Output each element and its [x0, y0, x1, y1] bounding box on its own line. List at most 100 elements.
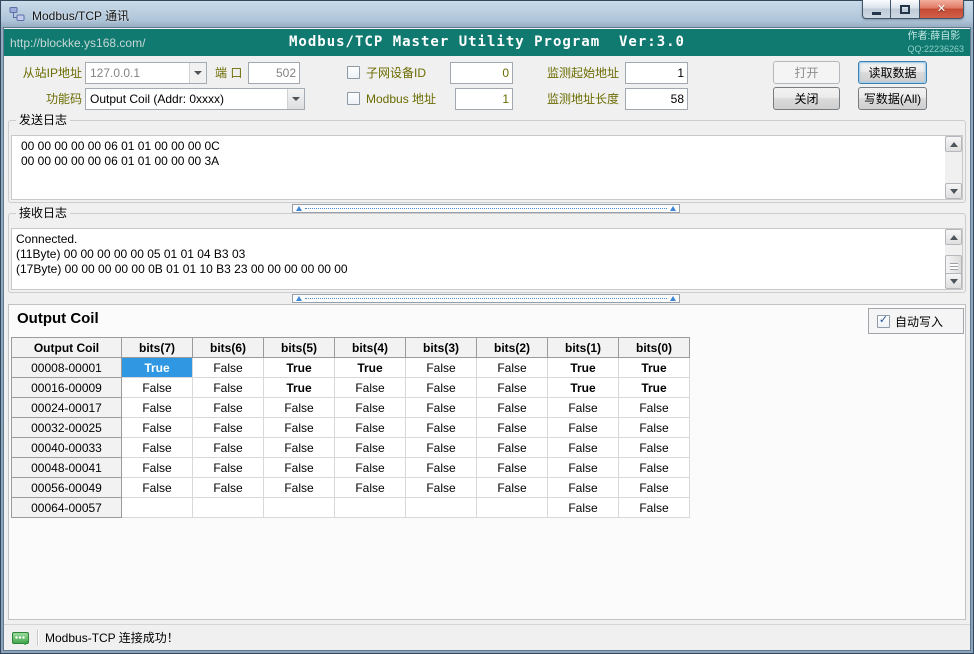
- coil-cell[interactable]: False: [122, 478, 193, 498]
- coil-cell[interactable]: False: [122, 418, 193, 438]
- send-log-scrollbar[interactable]: [945, 136, 962, 199]
- recv-log-list[interactable]: Connected. (11Byte) 00 00 00 00 00 05 01…: [11, 228, 963, 290]
- scroll-up-button[interactable]: [945, 229, 962, 245]
- row-label[interactable]: 00024-00017: [12, 398, 122, 418]
- coil-cell[interactable]: False: [122, 378, 193, 398]
- column-header[interactable]: Output Coil: [12, 338, 122, 358]
- column-header[interactable]: bits(0): [619, 338, 690, 358]
- coil-cell[interactable]: False: [477, 478, 548, 498]
- coil-cell[interactable]: [264, 498, 335, 518]
- coil-cell[interactable]: True: [619, 378, 690, 398]
- coil-cell[interactable]: False: [619, 498, 690, 518]
- port-input[interactable]: [248, 62, 300, 84]
- coil-cell[interactable]: True: [335, 358, 406, 378]
- coil-cell[interactable]: False: [193, 438, 264, 458]
- coil-cell[interactable]: [122, 498, 193, 518]
- row-label[interactable]: 00056-00049: [12, 478, 122, 498]
- coil-cell[interactable]: False: [477, 418, 548, 438]
- coil-cell[interactable]: False: [264, 418, 335, 438]
- ip-combobox[interactable]: 127.0.0.1: [85, 62, 207, 84]
- send-log-hscrollbar[interactable]: [292, 204, 680, 213]
- scroll-down-button[interactable]: [945, 183, 962, 199]
- column-header[interactable]: bits(2): [477, 338, 548, 358]
- write-data-button[interactable]: 写数据(All): [858, 87, 927, 110]
- coil-cell[interactable]: False: [193, 398, 264, 418]
- minimize-button[interactable]: [862, 0, 891, 19]
- coil-cell[interactable]: False: [477, 398, 548, 418]
- send-log-list[interactable]: 00 00 00 00 00 06 01 01 00 00 00 0C 00 0…: [11, 135, 963, 200]
- coil-cell[interactable]: False: [477, 378, 548, 398]
- coil-cell[interactable]: False: [548, 438, 619, 458]
- recv-log-hscrollbar[interactable]: [292, 294, 680, 303]
- slider-right-thumb-icon[interactable]: [670, 206, 676, 211]
- coil-cell[interactable]: True: [264, 378, 335, 398]
- auto-write-checkbox[interactable]: ✓: [877, 315, 890, 328]
- coil-cell[interactable]: False: [548, 478, 619, 498]
- column-header[interactable]: bits(7): [122, 338, 193, 358]
- coil-cell[interactable]: False: [406, 358, 477, 378]
- column-header[interactable]: bits(6): [193, 338, 264, 358]
- coil-cell[interactable]: False: [122, 458, 193, 478]
- coil-cell[interactable]: False: [548, 498, 619, 518]
- coil-cell[interactable]: False: [477, 458, 548, 478]
- scroll-up-button[interactable]: [945, 136, 962, 152]
- coil-cell[interactable]: [335, 498, 406, 518]
- subnet-checkbox[interactable]: [347, 66, 360, 79]
- scroll-down-button[interactable]: [945, 273, 962, 289]
- column-header[interactable]: bits(5): [264, 338, 335, 358]
- row-label[interactable]: 00048-00041: [12, 458, 122, 478]
- slider-right-thumb-icon[interactable]: [670, 296, 676, 301]
- coil-cell[interactable]: False: [619, 398, 690, 418]
- coil-cell[interactable]: False: [548, 418, 619, 438]
- coil-cell[interactable]: False: [335, 478, 406, 498]
- column-header[interactable]: bits(4): [335, 338, 406, 358]
- row-label[interactable]: 00016-00009: [12, 378, 122, 398]
- address-length-input[interactable]: [625, 88, 688, 110]
- titlebar[interactable]: Modbus/TCP 通讯 ✕: [0, 0, 974, 28]
- coil-cell[interactable]: False: [193, 358, 264, 378]
- app-icon[interactable]: [9, 6, 25, 22]
- modbus-addr-checkbox[interactable]: [347, 92, 360, 105]
- close-button[interactable]: ✕: [919, 0, 964, 19]
- coil-cell[interactable]: False: [335, 438, 406, 458]
- coil-cell[interactable]: True: [264, 358, 335, 378]
- coil-cell[interactable]: False: [619, 478, 690, 498]
- coil-cell[interactable]: False: [619, 418, 690, 438]
- coil-cell[interactable]: False: [406, 398, 477, 418]
- auto-write-box[interactable]: ✓ 自动写入: [868, 308, 964, 334]
- coil-cell[interactable]: False: [406, 478, 477, 498]
- row-label[interactable]: 00040-00033: [12, 438, 122, 458]
- slider-left-thumb-icon[interactable]: [296, 206, 302, 211]
- coil-cell[interactable]: [477, 498, 548, 518]
- column-header[interactable]: bits(1): [548, 338, 619, 358]
- coil-cell[interactable]: False: [264, 438, 335, 458]
- coil-cell[interactable]: False: [335, 378, 406, 398]
- row-label[interactable]: 00032-00025: [12, 418, 122, 438]
- coil-cell[interactable]: [193, 498, 264, 518]
- coil-cell[interactable]: False: [335, 418, 406, 438]
- coil-cell[interactable]: False: [335, 398, 406, 418]
- coil-cell[interactable]: False: [193, 378, 264, 398]
- function-combobox[interactable]: Output Coil (Addr: 0xxxx): [85, 88, 305, 110]
- coil-cell[interactable]: False: [406, 418, 477, 438]
- coil-cell[interactable]: False: [264, 458, 335, 478]
- coil-cell[interactable]: False: [477, 358, 548, 378]
- coil-cell[interactable]: False: [406, 438, 477, 458]
- coil-cell[interactable]: False: [548, 398, 619, 418]
- coil-cell[interactable]: False: [335, 458, 406, 478]
- coil-cell[interactable]: False: [264, 398, 335, 418]
- column-header[interactable]: bits(3): [406, 338, 477, 358]
- slider-left-thumb-icon[interactable]: [296, 296, 302, 301]
- coil-cell[interactable]: True: [122, 358, 193, 378]
- recv-log-scrollbar[interactable]: [945, 229, 962, 289]
- coil-cell[interactable]: True: [619, 358, 690, 378]
- coil-cell[interactable]: False: [122, 438, 193, 458]
- row-label[interactable]: 00064-00057: [12, 498, 122, 518]
- close-conn-button[interactable]: 关闭: [773, 87, 840, 110]
- coil-cell[interactable]: False: [406, 458, 477, 478]
- read-data-button[interactable]: 读取数据: [858, 61, 927, 84]
- coil-cell[interactable]: False: [477, 438, 548, 458]
- coil-cell[interactable]: True: [548, 378, 619, 398]
- coil-cell[interactable]: False: [548, 458, 619, 478]
- coil-cell[interactable]: False: [193, 418, 264, 438]
